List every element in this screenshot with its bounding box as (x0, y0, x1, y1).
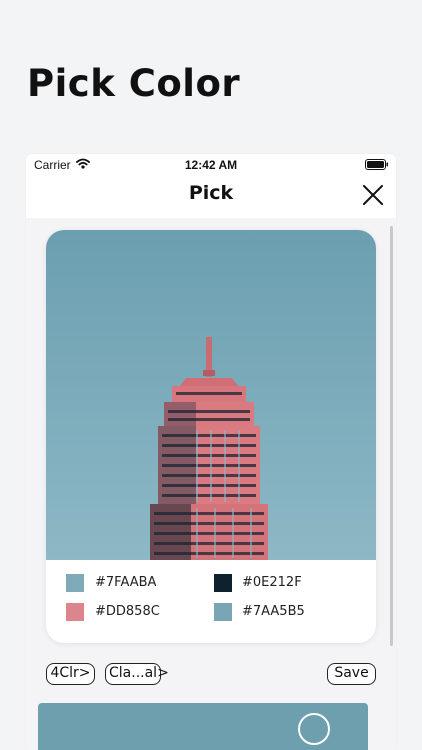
color-swatch[interactable] (214, 574, 232, 592)
battery-icon (365, 159, 389, 173)
swatch-row: #7FAABA #0E212F (46, 572, 376, 594)
page-title: Pick Color (27, 62, 241, 105)
close-button[interactable] (360, 182, 386, 208)
close-icon (363, 185, 383, 205)
status-bar: Carrier 12:42 AM (26, 154, 396, 176)
save-button[interactable]: Save (327, 663, 376, 685)
swatch-row: #DD858C #7AA5B5 (46, 601, 376, 623)
status-time: 12:42 AM (184, 158, 238, 172)
nav-title: Pick (188, 182, 234, 204)
color-hex-label: #0E212F (242, 575, 302, 590)
content-area[interactable]: #7FAABA #0E212F #DD858C #7AA5B5 4Clr> Cl… (26, 218, 396, 750)
nav-bar: Pick (26, 176, 396, 219)
color-picker-ring[interactable] (298, 713, 330, 745)
color-hex-label: #7AA5B5 (242, 604, 305, 619)
preview-image[interactable] (38, 703, 368, 750)
classification-button[interactable]: Cla...al> (105, 663, 169, 685)
color-swatch[interactable] (66, 574, 84, 592)
color-swatch[interactable] (66, 603, 84, 621)
color-swatch[interactable] (214, 603, 232, 621)
color-hex-label: #7FAABA (95, 575, 157, 590)
scrollbar[interactable] (390, 226, 393, 646)
color-count-button[interactable]: 4Clr> (46, 663, 95, 685)
building-photo (46, 230, 376, 560)
color-hex-label: #DD858C (95, 604, 160, 619)
color-card: #7FAABA #0E212F #DD858C #7AA5B5 (46, 230, 376, 643)
phone-screen: Carrier 12:42 AM Pick #7FAABA #0E212F #D… (26, 154, 396, 750)
